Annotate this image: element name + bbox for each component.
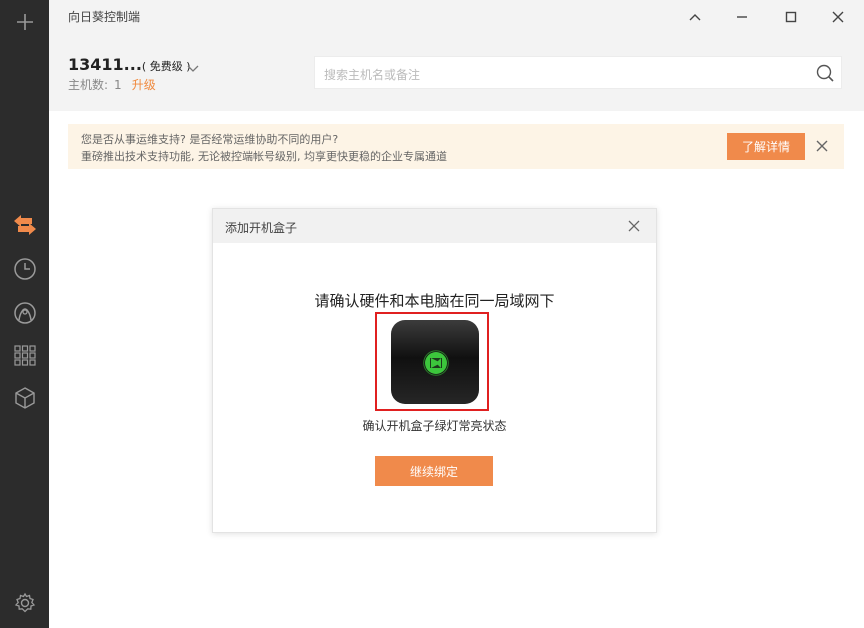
dialog-caption: 确认开机盒子绿灯常亮状态 <box>362 419 507 433</box>
learn-more-button[interactable]: 了解详情 <box>727 133 805 160</box>
gear-icon[interactable] <box>0 585 49 621</box>
collapse-button[interactable] <box>680 4 710 30</box>
host-count: 主机数: 1 升级 <box>68 76 156 93</box>
cube-icon[interactable] <box>0 380 49 416</box>
chevron-down-icon[interactable] <box>187 58 199 77</box>
window-title: 向日葵控制端 <box>68 10 141 24</box>
account-tier: ( 免费级 ) <box>141 60 191 73</box>
sidebar <box>0 0 49 628</box>
green-led-logo-icon <box>423 350 449 380</box>
host-count-label: 主机数: <box>68 78 109 92</box>
dialog-title: 添加开机盒子 <box>225 221 298 235</box>
search-icon[interactable] <box>815 63 835 87</box>
minimize-button[interactable] <box>727 4 757 30</box>
upgrade-link[interactable]: 升级 <box>132 78 156 92</box>
maximize-button[interactable] <box>776 4 806 30</box>
add-boot-box-dialog: 添加开机盒子 请确认硬件和本电脑在同一局域网下 确认开机盒子绿灯常亮状态 继续绑… <box>212 208 657 533</box>
search-placeholder: 搜索主机名或备注 <box>324 68 421 82</box>
apps-grid-icon[interactable] <box>0 337 49 373</box>
continue-bind-button[interactable]: 继续绑定 <box>375 456 493 486</box>
notice-line-2: 重磅推出技术支持功能, 无论被控端帐号级别, 均享更快更稳的企业专属通道 <box>81 150 447 163</box>
notice-line-1: 您是否从事运维支持? 是否经常运维协助不同的用户? <box>81 133 339 146</box>
device-highlight-frame <box>375 312 489 411</box>
dialog-close-icon[interactable] <box>626 218 642 234</box>
host-count-value: 1 <box>114 78 122 92</box>
dialog-heading: 请确认硬件和本电脑在同一局域网下 <box>314 292 555 310</box>
dialog-header: 添加开机盒子 <box>213 209 656 243</box>
close-window-button[interactable] <box>823 4 853 30</box>
clock-icon[interactable] <box>0 251 49 287</box>
account-id: 13411... <box>68 55 142 74</box>
notice-banner: 您是否从事运维支持? 是否经常运维协助不同的用户? 重磅推出技术支持功能, 无论… <box>68 124 844 169</box>
account-selector[interactable]: 13411...( 免费级 ) <box>68 55 199 74</box>
boot-box-device-image <box>391 320 479 404</box>
header: 向日葵控制端 13411...( 免费级 ) 主机数: 1 升级 搜索主机名或备注 <box>49 0 864 111</box>
notice-close-icon[interactable] <box>812 136 832 156</box>
discover-icon[interactable] <box>0 295 49 331</box>
remote-arrows-icon[interactable] <box>0 207 49 243</box>
search-input[interactable]: 搜索主机名或备注 <box>314 56 842 89</box>
plus-icon[interactable] <box>0 4 49 40</box>
